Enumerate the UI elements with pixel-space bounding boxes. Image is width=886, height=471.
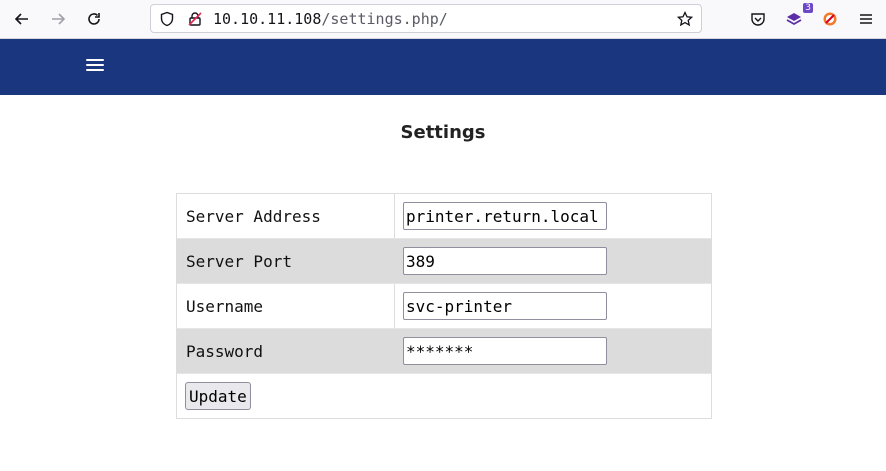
layers-extension-icon: [786, 13, 802, 26]
extension-button[interactable]: 3: [781, 3, 813, 32]
blocker-extension-button[interactable]: [817, 6, 843, 32]
form-row-server-port: Server Port: [177, 239, 711, 284]
form-row-submit: Update: [177, 374, 711, 418]
reload-button[interactable]: [81, 6, 107, 32]
url-bar[interactable]: 10.10.11.108/settings.php/: [150, 4, 702, 33]
arrow-left-icon: [14, 13, 28, 25]
server-port-cell: [395, 239, 711, 283]
arrow-right-icon: [52, 13, 66, 25]
hamburger-menu-icon[interactable]: [86, 59, 104, 75]
settings-form: Server Address Server Port Username Pass…: [176, 193, 712, 419]
server-address-label: Server Address: [177, 194, 395, 238]
menu-icon: [860, 14, 872, 24]
username-input[interactable]: [403, 292, 607, 320]
server-address-cell: [395, 194, 711, 238]
username-label: Username: [177, 284, 395, 328]
server-port-label: Server Port: [177, 239, 395, 283]
url-host: 10.10.11.108: [213, 10, 322, 28]
password-input[interactable]: [403, 337, 607, 365]
form-row-password: Password: [177, 329, 711, 374]
back-button[interactable]: [9, 6, 35, 32]
insecure-lock-icon: [188, 12, 202, 26]
reload-icon: [88, 13, 100, 25]
pocket-icon: [751, 13, 765, 26]
site-navbar: [0, 39, 886, 95]
update-button[interactable]: Update: [185, 382, 251, 410]
form-row-username: Username: [177, 284, 711, 329]
password-cell: [395, 329, 711, 373]
browser-toolbar: 10.10.11.108/settings.php/ 3: [0, 0, 886, 39]
server-address-input[interactable]: [403, 202, 607, 230]
page-title: Settings: [400, 122, 486, 143]
blocked-extension-icon: [823, 12, 837, 26]
pocket-button[interactable]: [745, 6, 771, 32]
shield-icon: [160, 11, 174, 27]
bookmark-star-icon[interactable]: [677, 11, 693, 27]
password-label: Password: [177, 329, 395, 373]
url-text: 10.10.11.108/settings.php/: [213, 10, 448, 28]
extension-badge: 3: [803, 3, 813, 13]
url-path: /settings.php/: [321, 10, 448, 28]
server-port-input[interactable]: [403, 247, 607, 275]
form-row-server-address: Server Address: [177, 194, 711, 239]
username-cell: [395, 284, 711, 328]
app-menu-button[interactable]: [853, 6, 879, 32]
forward-button[interactable]: [45, 6, 71, 32]
